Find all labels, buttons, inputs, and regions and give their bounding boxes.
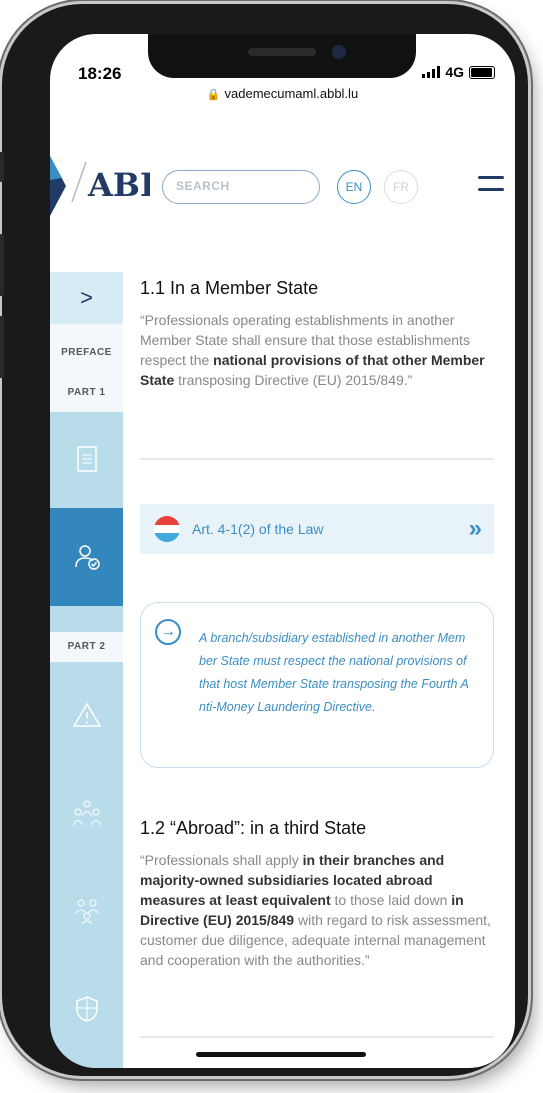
group-icon: [72, 800, 101, 826]
law-reference-link[interactable]: Art. 4-1(2) of the Law »: [140, 504, 494, 554]
abbl-logo-icon[interactable]: ABBL: [70, 158, 150, 208]
sidebar-label-part2: PART 2: [50, 632, 123, 662]
logo-text: ABBL: [87, 166, 150, 204]
sidebar-item-group[interactable]: [50, 764, 123, 862]
law-reference-label: Art. 4-1(2) of the Law: [192, 521, 324, 537]
screen: 18:26 4G 🔒vademecumaml.abbl.lu ABBL SEAR…: [50, 34, 515, 1068]
section-title-member-state: 1.1 In a Member State: [140, 278, 319, 298]
lock-icon: 🔒: [206, 89, 221, 101]
status-time: 18:26: [78, 64, 122, 83]
volume-down-button: [0, 316, 4, 378]
banner-arrow-icon: [50, 156, 66, 216]
sidebar-label-part1: PART 1: [50, 382, 123, 412]
document-icon: [76, 446, 97, 472]
warning-icon: [72, 702, 101, 727]
lang-fr-button[interactable]: FR: [384, 170, 418, 204]
speaker: [248, 48, 316, 56]
user-check-icon: [74, 545, 100, 570]
sidebar-item-shield[interactable]: [50, 960, 123, 1058]
divider-bottom: [140, 1036, 494, 1038]
sidebar-toggle[interactable]: >: [50, 272, 123, 324]
sidebar-item-document[interactable]: [50, 410, 123, 508]
volume-up-button: [0, 234, 4, 296]
search-input[interactable]: SEARCH: [162, 170, 320, 204]
arrow-circle-right-icon: →: [155, 619, 181, 645]
info-note: → A branch/subsidiary established in ano…: [140, 602, 494, 768]
camera: [332, 45, 346, 59]
notch: [148, 34, 416, 78]
url-text: vademecumaml.abbl.lu: [224, 86, 359, 101]
section1-paragraph: “Professionals operating establishments …: [140, 312, 485, 388]
section2-paragraph: “Professionals shall apply in their bran…: [140, 852, 491, 968]
sidebar-item-user-check[interactable]: [50, 508, 123, 606]
home-indicator[interactable]: [196, 1052, 366, 1057]
section-title-abroad: 1.2 “Abroad”: in a third State: [140, 818, 367, 838]
menu-icon[interactable]: [478, 176, 504, 200]
luxembourg-flag-icon: [154, 516, 180, 542]
note-text: A branch/subsidiary established in anoth…: [199, 631, 469, 714]
site-header: ABBL SEARCH EN FR: [50, 134, 515, 254]
sidebar-item-people[interactable]: [50, 862, 123, 960]
status-indicators: 4G: [422, 64, 495, 80]
divider: [140, 458, 494, 460]
shield-icon: [75, 996, 98, 1022]
network-type: 4G: [445, 64, 464, 80]
phone-frame: 18:26 4G 🔒vademecumaml.abbl.lu ABBL SEAR…: [0, 4, 528, 1076]
url-bar[interactable]: 🔒 vademecumaml.abbl.lu: [50, 86, 515, 101]
double-chevron-right-icon: »: [468, 515, 483, 542]
signal-icon: [422, 66, 441, 78]
mute-switch: [0, 152, 4, 182]
sidebar-item-warning[interactable]: [50, 666, 123, 764]
lang-en-button[interactable]: EN: [337, 170, 371, 204]
sidebar-item-preface[interactable]: PREFACE: [50, 324, 123, 382]
sidebar: > PREFACE PART 1 PART 2: [50, 272, 123, 1068]
battery-icon: [469, 65, 495, 79]
people-icon: [75, 899, 98, 925]
